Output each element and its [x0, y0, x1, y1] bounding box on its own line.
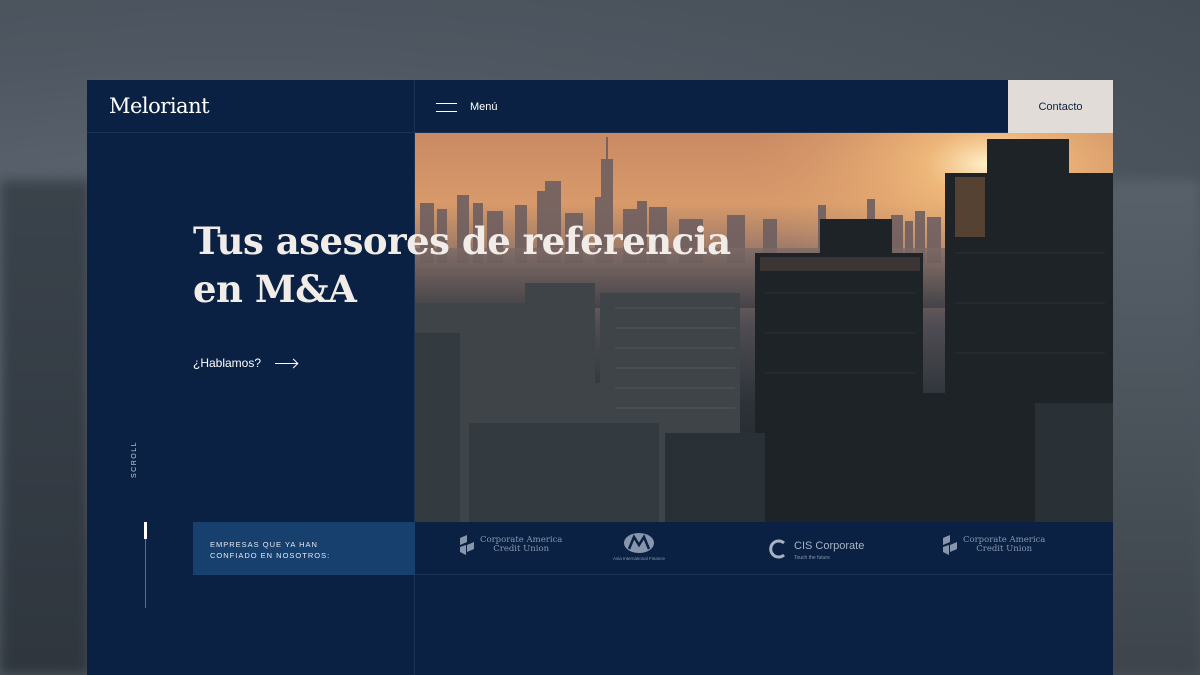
- client-2-line-1: Asia International Finance: [613, 556, 666, 561]
- client-3-line-2: Touch the future: [794, 555, 830, 561]
- clients-label-line-2: CONFIADO EN NOSOTROS:: [210, 551, 331, 560]
- client-logo-4: Corporate America Credit Union: [941, 534, 1045, 556]
- credit-union-icon: [460, 535, 474, 555]
- client-logo-1: Corporate America Credit Union: [458, 534, 562, 556]
- client-1-line-2: Credit Union: [493, 544, 550, 554]
- hamburger-icon: [436, 102, 457, 112]
- cis-c-icon: [769, 539, 785, 558]
- cta-label: ¿Hablamos?: [193, 356, 262, 370]
- client-3-line-1: CIS Corporate: [794, 540, 865, 552]
- arrow-right-icon: [275, 362, 298, 364]
- headline-line-2: en M&A: [193, 267, 357, 311]
- backdrop-shape-left: [0, 180, 90, 675]
- menu-button[interactable]: Menú: [436, 98, 498, 116]
- backdrop-shape-right: [1105, 180, 1200, 675]
- cta-link[interactable]: ¿Hablamos?: [193, 356, 298, 370]
- clients-label-line-1: EMPRESAS QUE YA HAN: [210, 540, 318, 549]
- contact-button[interactable]: Contacto: [1008, 80, 1113, 133]
- scroll-label: SCROLL: [131, 440, 138, 478]
- hero-headline: Tus asesores de referencia en M&A: [193, 217, 753, 313]
- scroll-indicator-thumb[interactable]: [144, 522, 147, 539]
- site-header: Meloriant Menú Contacto: [87, 80, 1113, 133]
- brand-logo[interactable]: Meloriant: [109, 94, 210, 118]
- client-logo-2: Asia International Finance: [613, 532, 665, 561]
- menu-label: Menú: [470, 101, 498, 113]
- website-frame: Meloriant Menú Contacto Tus asesores de …: [87, 80, 1113, 675]
- am-monogram-icon: [624, 533, 655, 553]
- client-logo-3: CIS Corporate Touch the future: [767, 536, 864, 561]
- credit-union-icon: [943, 535, 957, 555]
- clients-label: EMPRESAS QUE YA HAN CONFIADO EN NOSOTROS…: [193, 522, 415, 575]
- skyline-illustration: [415, 133, 1113, 522]
- clients-band: EMPRESAS QUE YA HAN CONFIADO EN NOSOTROS…: [193, 522, 1113, 575]
- hero-city-photo: [415, 133, 1113, 522]
- headline-line-1: Tus asesores de referencia: [193, 219, 731, 263]
- client-4-line-2: Credit Union: [976, 544, 1033, 554]
